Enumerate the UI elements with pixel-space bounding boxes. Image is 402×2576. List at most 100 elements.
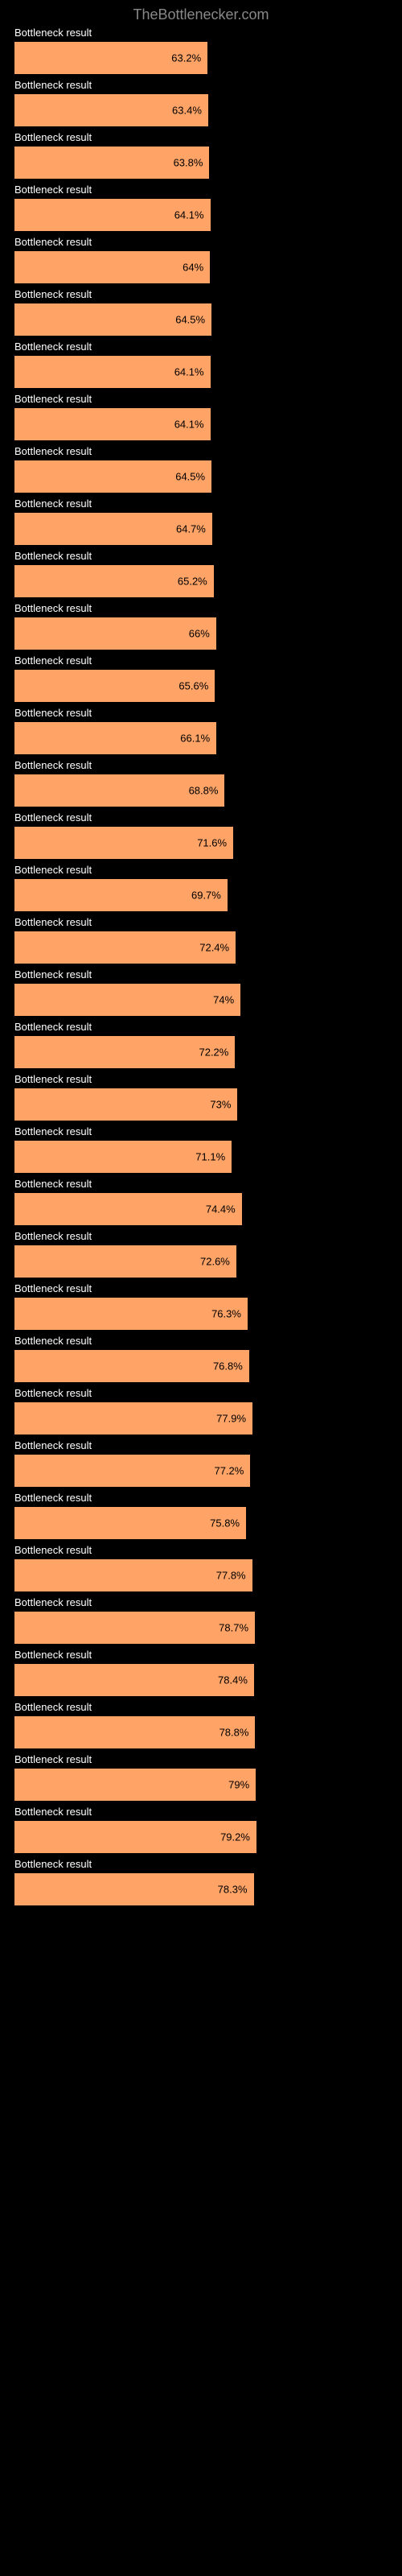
- bar-fill: 63.8%: [14, 147, 209, 179]
- bar-track: 64.5%: [14, 460, 320, 493]
- bar-label: Bottleneck result: [14, 654, 394, 667]
- bar-label: Bottleneck result: [14, 1230, 394, 1242]
- bar-label: Bottleneck result: [14, 1701, 394, 1713]
- bar-track: 63.8%: [14, 147, 320, 179]
- bar-row: Bottleneck result 64.7%: [8, 497, 394, 545]
- bar-row: Bottleneck result78.7%: [8, 1596, 394, 1644]
- bar-label: Bottleneck result: [14, 1125, 394, 1137]
- bar-row: Bottleneck result63.4%: [8, 79, 394, 126]
- bar-value: 79%: [228, 1779, 249, 1791]
- bar-fill: 64.1%: [14, 199, 211, 231]
- bar-fill: 78.3%: [14, 1873, 254, 1905]
- bar-row: Bottleneck result 74.4%: [8, 1178, 394, 1225]
- bar-value: 65.2%: [178, 576, 207, 588]
- bar-value: 77.8%: [216, 1570, 246, 1582]
- bar-fill: 63.4%: [14, 94, 208, 126]
- bar-value: 77.2%: [214, 1465, 244, 1477]
- bar-label: Bottleneck result: [14, 393, 394, 405]
- bar-label: Bottleneck result: [14, 968, 394, 980]
- bar-row: Bottleneck result76.8%: [8, 1335, 394, 1382]
- bar-label: Bottleneck result: [14, 1649, 394, 1661]
- bar-row: Bottleneck result68.8%: [8, 759, 394, 807]
- bar-label: Bottleneck result: [14, 1596, 394, 1608]
- bar-fill: 76.3%: [14, 1298, 248, 1330]
- bar-track: 76.8%: [14, 1350, 320, 1382]
- bar-value: 63.2%: [171, 52, 201, 64]
- bar-row: Bottleneck result 64%: [8, 236, 394, 283]
- bar-value: 66%: [189, 628, 210, 640]
- bar-row: Bottleneck result 63.2%: [8, 27, 394, 74]
- bar-track: 64.1%: [14, 356, 320, 388]
- bar-track: 79%: [14, 1769, 320, 1801]
- bar-track: 74%: [14, 984, 320, 1016]
- bar-fill: 77.8%: [14, 1559, 252, 1591]
- bar-track: 63.2%: [14, 42, 320, 74]
- bar-fill: 64.1%: [14, 408, 211, 440]
- bar-fill: 77.9%: [14, 1402, 252, 1435]
- bar-label: Bottleneck result: [14, 497, 394, 510]
- bar-track: 72.6%: [14, 1245, 320, 1278]
- bar-track: 64.7%: [14, 513, 320, 545]
- bar-fill: 72.6%: [14, 1245, 236, 1278]
- bar-row: Bottleneck result78.8%: [8, 1701, 394, 1748]
- bar-track: 66%: [14, 617, 320, 650]
- bar-row: Bottleneck result64.5%: [8, 288, 394, 336]
- bar-value: 76.8%: [213, 1360, 243, 1373]
- bar-fill: 72.2%: [14, 1036, 235, 1068]
- bar-value: 64.1%: [174, 419, 204, 431]
- bar-label: Bottleneck result: [14, 1858, 394, 1870]
- bar-track: 71.6%: [14, 827, 320, 859]
- bar-value: 65.6%: [178, 680, 208, 692]
- bar-track: 77.2%: [14, 1455, 320, 1487]
- bar-row: Bottleneck result73%: [8, 1073, 394, 1121]
- bar-label: Bottleneck result: [14, 916, 394, 928]
- bar-row: Bottleneck result72.4%: [8, 916, 394, 964]
- bar-label: Bottleneck result: [14, 236, 394, 248]
- bar-row: Bottleneck result 78.4%: [8, 1649, 394, 1696]
- bar-track: 79.2%: [14, 1821, 320, 1853]
- bar-track: 64.1%: [14, 199, 320, 231]
- bar-value: 73%: [210, 1099, 231, 1111]
- bar-label: Bottleneck result: [14, 1806, 394, 1818]
- bar-row: Bottleneck result77.2%: [8, 1439, 394, 1487]
- bar-label: Bottleneck result: [14, 602, 394, 614]
- bar-fill: 64.1%: [14, 356, 211, 388]
- bar-row: Bottleneck result66.1%: [8, 707, 394, 754]
- bar-fill: 69.7%: [14, 879, 228, 911]
- bar-value: 72.6%: [200, 1256, 230, 1268]
- bar-row: Bottleneck result69.7%: [8, 864, 394, 911]
- bar-fill: 71.6%: [14, 827, 233, 859]
- bar-fill: 77.2%: [14, 1455, 250, 1487]
- bar-label: Bottleneck result: [14, 131, 394, 143]
- bar-label: Bottleneck result: [14, 1178, 394, 1190]
- bottleneck-chart: Bottleneck result63.2%Bottleneck result6…: [0, 27, 402, 1926]
- bar-fill: 74.4%: [14, 1193, 242, 1225]
- bar-label: Bottleneck result: [14, 27, 394, 39]
- bar-label: Bottleneck result: [14, 1492, 394, 1504]
- bar-value: 74%: [213, 994, 234, 1006]
- bar-value: 77.9%: [216, 1413, 246, 1425]
- bar-row: Bottleneck result77.8%: [8, 1544, 394, 1591]
- bar-row: Bottleneck result64.1%: [8, 341, 394, 388]
- bar-value: 78.3%: [218, 1884, 248, 1896]
- bar-value: 71.6%: [197, 837, 227, 849]
- bar-row: Bottleneck result 72.6%: [8, 1230, 394, 1278]
- bar-fill: 64.7%: [14, 513, 212, 545]
- bar-fill: 73%: [14, 1088, 237, 1121]
- bar-fill: 64%: [14, 251, 210, 283]
- bar-track: 73%: [14, 1088, 320, 1121]
- bar-value: 63.4%: [172, 105, 202, 117]
- bar-row: Bottleneck result 65.6%: [8, 654, 394, 702]
- bar-row: Bottleneck result 63.8%: [8, 131, 394, 179]
- bar-row: Bottleneck result77.9%: [8, 1387, 394, 1435]
- bar-label: Bottleneck result: [14, 288, 394, 300]
- bar-fill: 66%: [14, 617, 216, 650]
- bar-track: 64%: [14, 251, 320, 283]
- bar-fill: 74%: [14, 984, 240, 1016]
- bar-value: 79.2%: [220, 1831, 250, 1843]
- bar-track: 78.4%: [14, 1664, 320, 1696]
- bar-value: 64.1%: [174, 209, 204, 221]
- bar-label: Bottleneck result: [14, 184, 394, 196]
- bar-fill: 65.2%: [14, 565, 214, 597]
- bar-row: Bottleneck result64.5%: [8, 445, 394, 493]
